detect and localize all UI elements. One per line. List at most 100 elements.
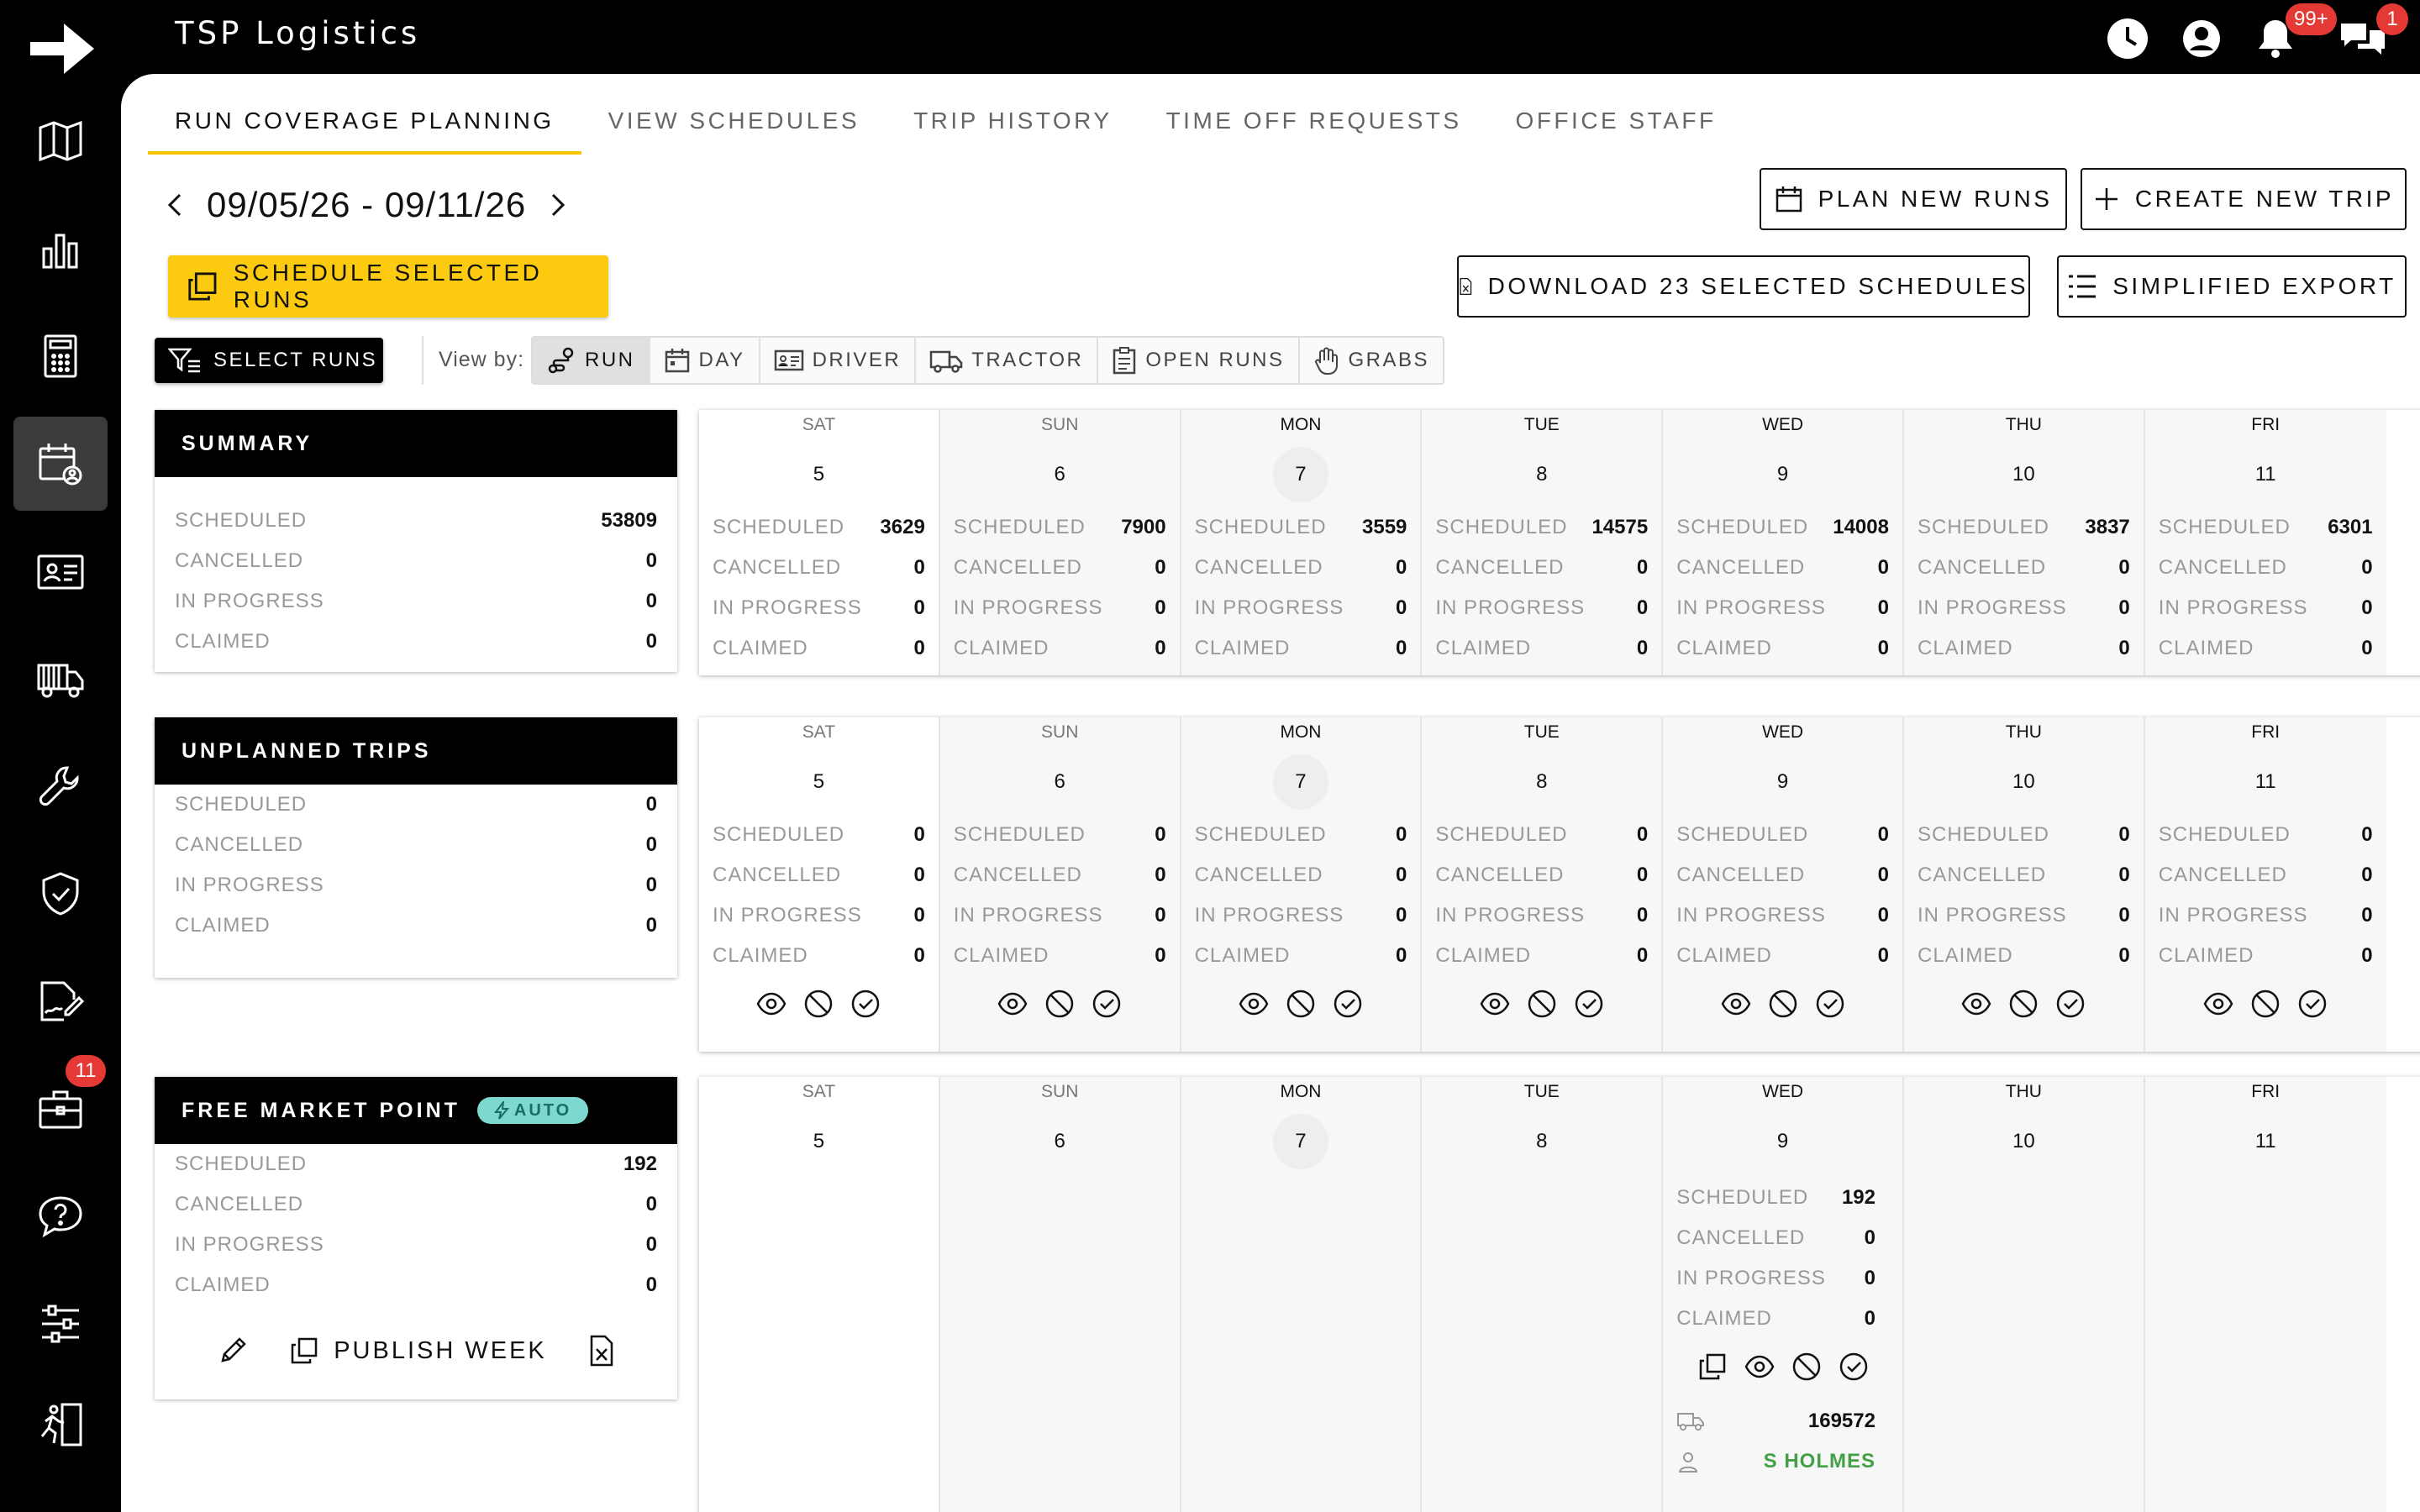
day-scheduled-row: SCHEDULED 3559 <box>1181 507 1421 548</box>
download-selected-schedules-button[interactable]: DOWNLOAD 23 SELECTED SCHEDULES <box>1457 255 2030 318</box>
check-circle-icon[interactable] <box>1838 1351 1870 1383</box>
day-number: 7 <box>1272 754 1328 810</box>
day-cancelled-value: 0 <box>2118 556 2130 579</box>
view-by-driver[interactable]: DRIVER <box>760 338 917 383</box>
help-chat-icon[interactable] <box>13 1169 108 1263</box>
eye-view-icon[interactable] <box>997 988 1028 1020</box>
day-name: TUE <box>1523 722 1560 742</box>
clock-icon[interactable] <box>2104 15 2151 62</box>
select-runs-button[interactable]: SELECT RUNS <box>155 338 383 383</box>
day-scheduled-row: SCHEDULED 0 <box>1181 815 1421 855</box>
day-number: 5 <box>813 463 825 486</box>
publish-week-button[interactable]: PUBLISH WEEK <box>290 1336 547 1365</box>
tab-office-staff[interactable]: OFFICE STAFF <box>1489 97 1744 155</box>
day-in-progress-value: 0 <box>1877 596 1889 619</box>
cancel-ban-icon[interactable] <box>1791 1351 1823 1383</box>
briefcase-icon[interactable]: 11 <box>13 1055 108 1156</box>
signature-icon[interactable] <box>13 954 108 1048</box>
driver-name-link[interactable]: S HOLMES <box>1764 1450 1876 1473</box>
copy-icon <box>188 272 217 301</box>
list-icon <box>2069 275 2096 298</box>
view-by-day[interactable]: DAY <box>650 338 760 383</box>
day-claimed-value: 0 <box>1877 944 1889 967</box>
day-column-wed: WED 9 SCHEDULED 14008 CANCELLED 0 IN PROGRESS 0… <box>1663 410 1904 675</box>
pencil-edit-icon[interactable] <box>218 1336 248 1366</box>
calculator-icon[interactable] <box>13 309 108 403</box>
tab-run-coverage-planning[interactable]: RUN COVERAGE PLANNING <box>148 97 581 155</box>
eye-view-icon[interactable] <box>1479 988 1511 1020</box>
check-circle-icon[interactable] <box>1332 988 1364 1020</box>
check-circle-icon[interactable] <box>1814 988 1846 1020</box>
claimed-label: CLAIMED <box>175 1273 271 1296</box>
eye-view-icon[interactable] <box>1720 988 1752 1020</box>
map-icon[interactable] <box>13 94 108 188</box>
view-by-tractor[interactable]: TRACTOR <box>916 338 1099 383</box>
day-column-sat: SAT 5 SCHEDULED 3629 CANCELLED 0 IN PROGRESS 0 C… <box>699 410 940 675</box>
cancel-ban-icon[interactable] <box>1044 988 1076 1020</box>
sliders-icon[interactable] <box>13 1277 108 1371</box>
date-range: 09/05/26 - 09/11/26 <box>207 185 527 224</box>
next-week-chevron-icon[interactable] <box>544 188 571 222</box>
check-circle-icon[interactable] <box>850 988 881 1020</box>
cancel-ban-icon[interactable] <box>2249 988 2281 1020</box>
cancel-ban-icon[interactable] <box>1767 988 1799 1020</box>
unplanned-trips-title: UNPLANNED TRIPS <box>155 717 677 785</box>
wrench-icon[interactable] <box>13 739 108 833</box>
cancel-ban-icon[interactable] <box>2007 988 2039 1020</box>
day-claimed-row: CLAIMED 0 <box>940 628 1180 669</box>
copy-icon[interactable] <box>1697 1351 1728 1383</box>
id-card-icon[interactable] <box>13 524 108 618</box>
simplified-export-button[interactable]: SIMPLIFIED EXPORT <box>2057 255 2407 318</box>
arrow-right-logo-icon[interactable] <box>25 12 99 86</box>
day-in-progress-row: IN PROGRESS 0 <box>2145 588 2386 628</box>
scheduled-label: SCHEDULED <box>1194 823 1327 846</box>
day-claimed-row: CLAIMED 0 <box>2145 628 2386 669</box>
day-column-wed: WED 9 SCHEDULED 0 CANCELLED 0 IN PROGRESS 0 CLAI… <box>1663 717 1904 1052</box>
view-by-open-runs[interactable]: OPEN RUNS <box>1098 338 1300 383</box>
shield-check-icon[interactable] <box>13 847 108 941</box>
eye-view-icon[interactable] <box>1238 988 1270 1020</box>
eye-view-icon[interactable] <box>1960 988 1992 1020</box>
day-in-progress-row: IN PROGRESS 0 <box>699 895 939 936</box>
day-in-progress-row: IN PROGRESS 0 <box>1663 1258 1902 1299</box>
driver-card-icon <box>774 349 803 371</box>
check-circle-icon[interactable] <box>1573 988 1605 1020</box>
account-icon[interactable] <box>2178 15 2225 62</box>
cancel-ban-icon[interactable] <box>802 988 834 1020</box>
excel-file-icon[interactable] <box>589 1335 614 1367</box>
eye-view-icon[interactable] <box>1744 1351 1776 1383</box>
day-in-progress-row: IN PROGRESS 0 <box>1181 895 1421 936</box>
view-by-grabs[interactable]: GRABS <box>1300 338 1444 383</box>
cancel-ban-icon[interactable] <box>1526 988 1558 1020</box>
view-by-run[interactable]: RUN <box>533 338 650 383</box>
check-circle-icon[interactable] <box>1091 988 1123 1020</box>
day-cancelled-value: 0 <box>1396 864 1407 886</box>
previous-week-chevron-icon[interactable] <box>161 188 188 222</box>
check-circle-icon[interactable] <box>2054 988 2086 1020</box>
scheduled-label: SCHEDULED <box>1435 823 1568 846</box>
tab-view-schedules[interactable]: VIEW SCHEDULES <box>581 97 887 155</box>
day-name: WED <box>1762 1082 1804 1101</box>
day-name: FRI <box>2251 1082 2281 1101</box>
tab-trip-history[interactable]: TRIP HISTORY <box>886 97 1139 155</box>
eye-view-icon[interactable] <box>755 988 787 1020</box>
tab-time-off-requests[interactable]: TIME OFF REQUESTS <box>1139 97 1489 155</box>
check-circle-icon[interactable] <box>2296 988 2328 1020</box>
plan-new-runs-button[interactable]: PLAN NEW RUNS <box>1760 168 2067 230</box>
day-column-fri: FRI 11 SCHEDULED 6301 CANCELLED 0 IN PROGRESS 0… <box>2144 410 2386 675</box>
cancel-ban-icon[interactable] <box>1285 988 1317 1020</box>
scheduled-label: SCHEDULED <box>1676 1186 1809 1209</box>
eye-view-icon[interactable] <box>2202 988 2234 1020</box>
schedule-selected-runs-button[interactable]: SCHEDULE SELECTED RUNS <box>168 255 608 318</box>
copy-icon <box>291 1337 318 1364</box>
unplanned-claimed-value: 0 <box>645 914 657 937</box>
create-new-trip-button[interactable]: CREATE NEW TRIP <box>2081 168 2407 230</box>
in-progress-label: IN PROGRESS <box>713 596 862 619</box>
cancelled-label: CANCELLED <box>2158 556 2287 579</box>
running-person-icon[interactable] <box>13 1378 108 1472</box>
day-in-progress-value: 0 <box>1877 904 1889 927</box>
day-scheduled-row: SCHEDULED 3837 <box>1904 507 2144 548</box>
bar-chart-icon[interactable] <box>13 202 108 296</box>
calendar-user-icon[interactable] <box>13 417 108 511</box>
truck-icon[interactable] <box>13 632 108 726</box>
